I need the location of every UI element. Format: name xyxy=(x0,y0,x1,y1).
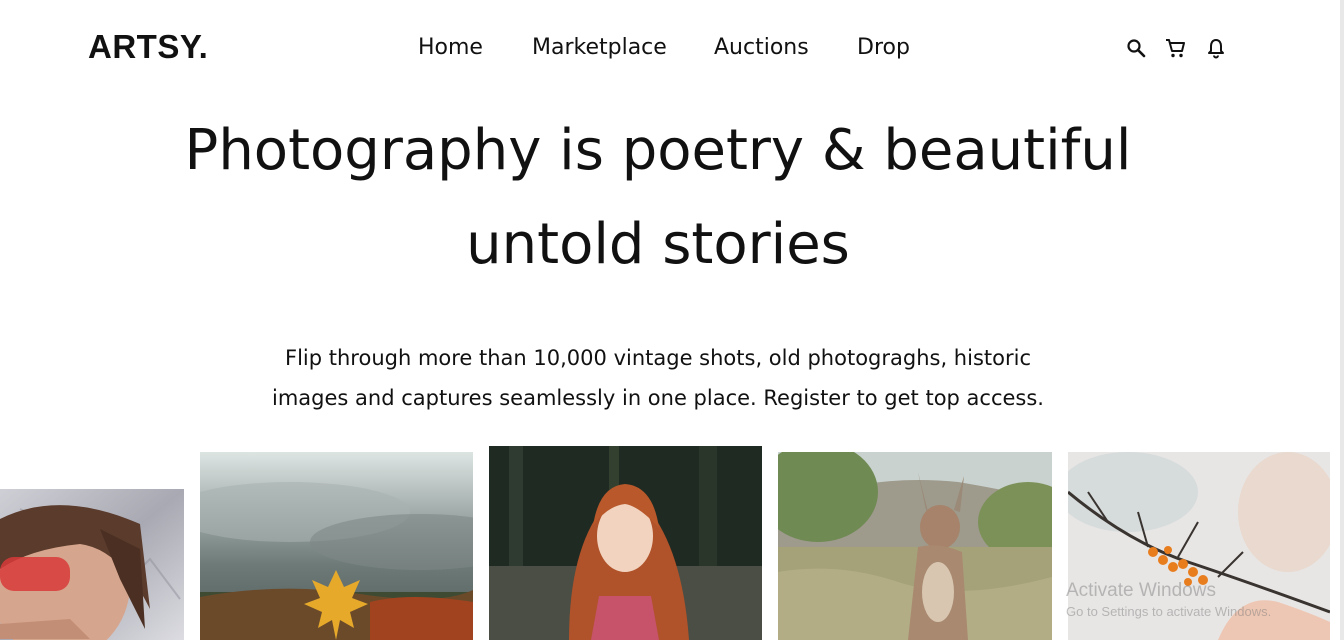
nav-drop-link[interactable]: Drop xyxy=(857,34,910,62)
hero-subtitle-line-1: Flip through more than 10,000 vintage sh… xyxy=(285,346,1031,370)
bell-icon[interactable] xyxy=(1204,36,1228,60)
nav-marketplace-link[interactable]: Marketplace xyxy=(532,34,667,62)
header-icons xyxy=(1124,36,1234,60)
gallery-photo-kangaroo[interactable] xyxy=(778,452,1052,640)
search-icon[interactable] xyxy=(1124,36,1148,60)
hero-title: Photography is poetry & beautiful untold… xyxy=(0,104,1316,292)
cart-icon[interactable] xyxy=(1164,36,1188,60)
gallery-photo-red-haired-girl[interactable] xyxy=(489,446,762,640)
hero-subtitle: Flip through more than 10,000 vintage sh… xyxy=(240,338,1076,418)
gallery-photo-portrait-sunglasses[interactable] xyxy=(0,489,184,640)
windows-activation-watermark: Activate Windows Go to Settings to activ… xyxy=(1066,580,1336,619)
hero-subtitle-line-2: images and captures seamlessly in one pl… xyxy=(272,386,1044,410)
watermark-subtitle: Go to Settings to activate Windows. xyxy=(1066,604,1272,619)
watermark-title: Activate Windows xyxy=(1066,580,1216,601)
nav-auctions-link[interactable]: Auctions xyxy=(714,34,809,62)
hero-title-line-2: untold stories xyxy=(466,212,850,277)
page-scrollbar[interactable] xyxy=(1340,0,1344,640)
nav-home-link[interactable]: Home xyxy=(418,34,483,62)
gallery-photo-autumn-leaf[interactable] xyxy=(200,452,473,640)
hero-title-line-1: Photography is poetry & beautiful xyxy=(184,118,1132,183)
